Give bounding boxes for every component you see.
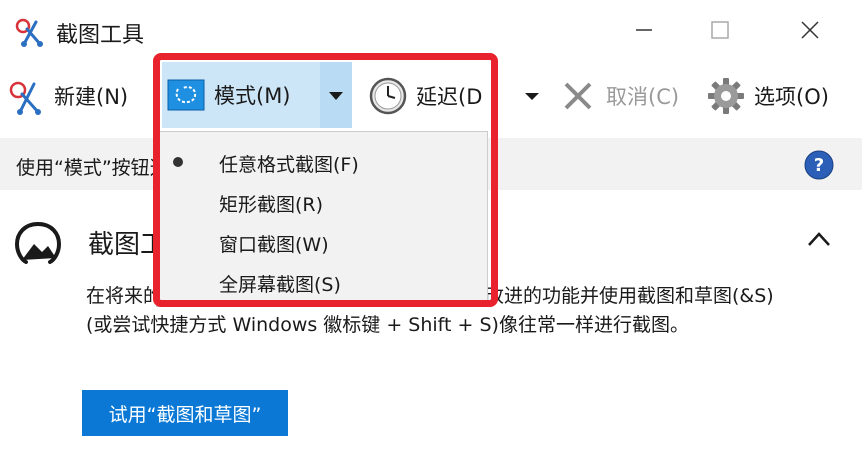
maximize-icon — [711, 21, 729, 39]
window-title: 截图工具 — [56, 23, 145, 48]
snip-sketch-icon — [14, 220, 62, 266]
options-button-label: 选项(O) — [754, 85, 829, 109]
options-button[interactable]: 选项(O) — [704, 68, 829, 124]
gear-icon — [704, 74, 748, 118]
minimize-icon — [636, 29, 652, 31]
scissors-icon — [14, 16, 46, 48]
caret-down-icon — [525, 93, 539, 100]
cancel-button-label: 取消(C) — [606, 85, 680, 109]
help-icon[interactable]: ? — [804, 150, 834, 180]
chevron-up-icon[interactable] — [806, 230, 832, 252]
new-button[interactable]: 新建(N) — [4, 68, 128, 124]
new-button-label: 新建(N) — [54, 85, 129, 109]
close-icon — [801, 21, 819, 39]
new-snip-icon — [4, 74, 48, 118]
close-button[interactable] — [786, 10, 834, 50]
minimize-button[interactable] — [620, 10, 668, 50]
cancel-button[interactable]: 取消(C) — [556, 68, 679, 124]
highlight-annotation — [153, 53, 498, 307]
svg-text:?: ? — [814, 155, 824, 176]
try-snip-sketch-button[interactable]: 试用“截图和草图” — [82, 390, 288, 436]
maximize-button[interactable] — [696, 10, 744, 50]
delay-dropdown-button[interactable] — [520, 84, 544, 112]
x-icon — [556, 74, 600, 118]
